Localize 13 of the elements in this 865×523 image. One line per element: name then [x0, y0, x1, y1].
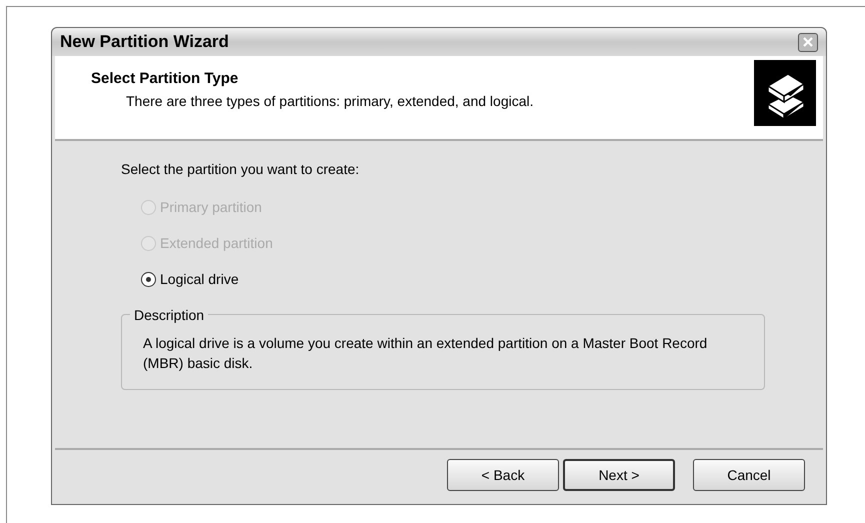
- header-title: Select Partition Type: [91, 69, 240, 89]
- dialog-button[interactable]: < Back: [447, 459, 559, 491]
- dialog-button[interactable]: Next >: [563, 459, 675, 491]
- close-button[interactable]: [798, 32, 818, 52]
- radio-button[interactable]: [141, 272, 156, 287]
- window-title: New Partition Wizard: [60, 31, 229, 54]
- description-text: A logical drive is a volume you create within an extended partition on a Master Boot Record (MBR) basic disk.: [143, 334, 708, 373]
- close-icon: [803, 37, 813, 47]
- radio-option[interactable]: Logical drive: [141, 269, 239, 290]
- disks-icon: [754, 60, 816, 126]
- header-subtitle: There are three types of partitions: primary, extended, and logical.: [126, 92, 534, 111]
- prompt-text: Select the partition you want to create:: [121, 160, 360, 179]
- dialog-button[interactable]: Cancel: [693, 459, 805, 491]
